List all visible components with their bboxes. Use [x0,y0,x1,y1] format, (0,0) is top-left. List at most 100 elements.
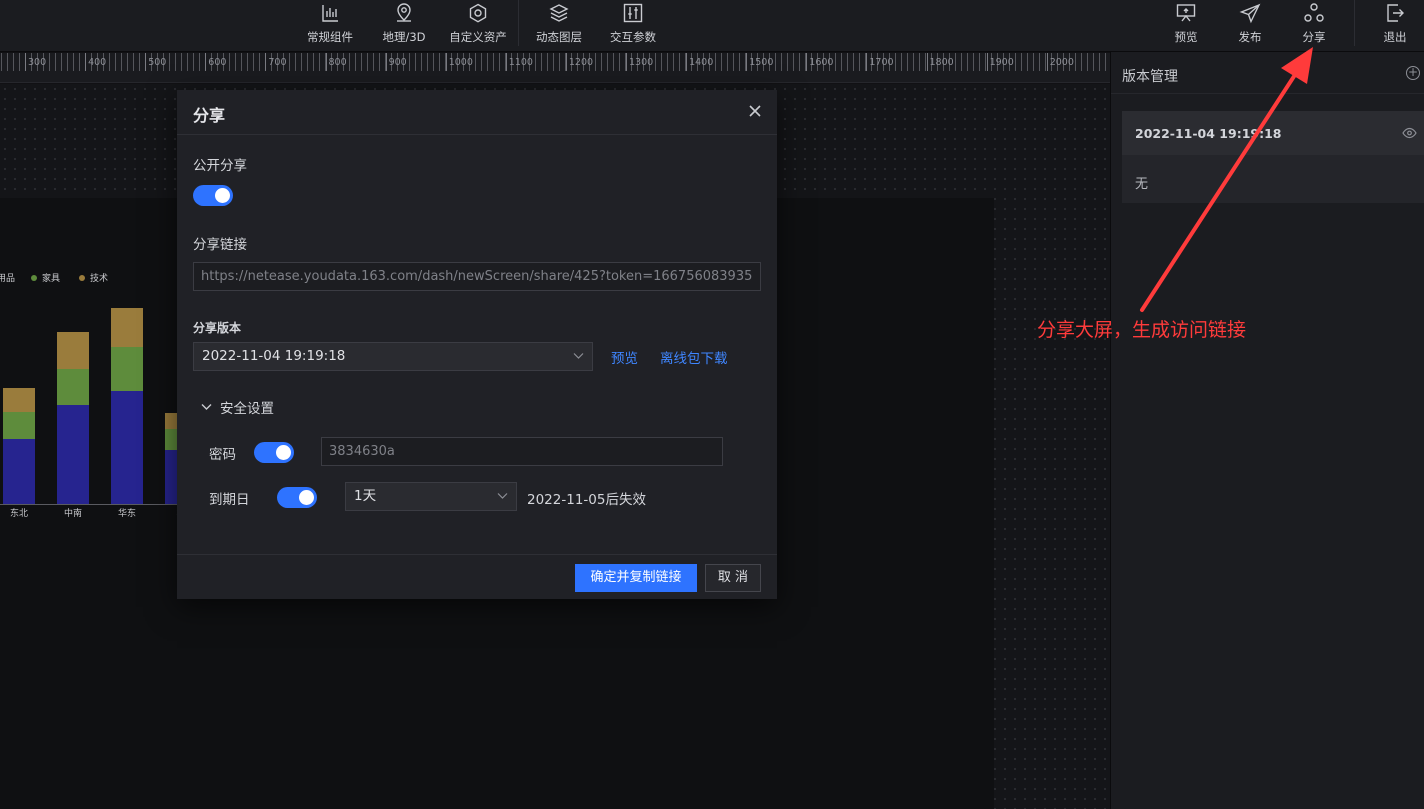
horizontal-ruler: 300 400 500 600 700 800 900 1000 1100 1200 1300 140… [0,53,1110,83]
toolbar-preview-button[interactable]: 预览 [1168,0,1204,52]
confirm-copy-link-button[interactable]: 确定并复制链接 [575,564,697,592]
bar-segment[interactable] [3,412,35,439]
toolbar-label: 地理/3D [382,30,426,44]
bar-segment[interactable] [165,429,177,450]
ruler-major-tick [325,53,327,71]
ruler-major-tick [806,53,808,71]
toolbar-publish-button[interactable]: 发布 [1232,0,1268,52]
layers-icon [549,4,569,22]
dialog-title: 分享 [193,106,226,125]
ruler-major-tick [145,53,147,71]
ruler-major-tick [565,53,567,71]
x-tick-label: 中南 [64,507,82,519]
ruler-major-tick [926,53,928,71]
send-icon [1239,3,1261,24]
dialog-footer: 确定并复制链接 取 消 [177,554,777,599]
toolbar-label: 发布 [1238,30,1262,44]
toolbar-label: 退出 [1383,30,1407,44]
toolbar-geo-3d-button[interactable]: 地理/3D [378,0,430,52]
plus-circle-icon[interactable]: + [1406,66,1420,80]
bar-segment[interactable] [165,450,177,504]
ruler-label: 900 [388,57,407,68]
monitor-icon [1176,4,1196,22]
expire-date-text: 2022-11-05后失效 [527,492,646,508]
expire-select[interactable]: 1天 [345,482,517,511]
close-icon[interactable] [747,103,763,119]
ruler-label: 1100 [508,57,533,68]
ruler-label: 2000 [1049,57,1074,68]
bar-segment[interactable] [3,439,35,504]
hexagon-icon [469,3,487,23]
toolbar-divider [518,0,519,46]
password-toggle[interactable] [254,442,294,463]
chevron-down-icon [201,404,212,410]
bar-segment[interactable] [57,405,89,504]
share-version-value: 2022-11-04 19:19:18 [202,348,346,364]
toolbar-label: 预览 [1174,30,1198,44]
map-pin-icon [397,3,411,22]
bar-segment[interactable] [165,413,177,429]
share-dialog: 分享 公开分享 分享链接 https://netease.youdata.163… [177,90,777,599]
cancel-button[interactable]: 取 消 [705,564,761,592]
ruler-major-tick [205,53,207,71]
bar-chart-icon [322,5,338,22]
bar-segment[interactable] [3,388,35,412]
panel-divider [1111,93,1424,94]
ruler-label: 1600 [809,57,834,68]
panel-title: 版本管理 [1122,69,1178,85]
toolbar-common-components-button[interactable]: 常规组件 [304,0,356,52]
bar-segment[interactable] [111,347,143,391]
stacked-bar-chart[interactable]: 用品 家具 技术 东北中南华东华 [0,265,177,525]
offline-download-link[interactable]: 离线包下载 [660,347,728,367]
ruler-label: 1000 [448,57,473,68]
toolbar-divider [1354,0,1355,46]
toolbar-interaction-params-button[interactable]: 交互参数 [606,0,660,52]
share-version-label: 分享版本 [193,321,242,335]
chart-plot: 东北中南华东华 [0,308,177,519]
toolbar-exit-button[interactable]: 退出 [1377,0,1413,52]
toolbar-custom-assets-button[interactable]: 自定义资产 [446,0,510,52]
app-root: 常规组件 地理/3D 自定义资产 动态图层 交互参数 预览 发布 分享 退出 3… [0,0,1424,809]
x-tick-label: 华东 [118,507,136,519]
bar-segment[interactable] [57,369,89,405]
expire-toggle[interactable] [277,487,317,508]
toolbar-label: 常规组件 [307,30,353,44]
password-label: 密码 [209,447,236,463]
toolbar-share-button[interactable]: 分享 [1296,0,1332,52]
preview-link[interactable]: 预览 [611,347,638,367]
exit-icon [1387,4,1404,22]
security-settings-toggle[interactable]: 安全设置 [201,397,274,417]
sliders-icon [623,3,643,23]
bar-segment[interactable] [111,391,143,504]
version-card[interactable]: 2022-11-04 19:19:18 无 [1122,111,1424,203]
ruler-major-tick [445,53,447,71]
ruler-label: 1700 [869,57,894,68]
expire-label: 到期日 [209,492,250,508]
toolbar-label: 动态图层 [536,30,582,44]
share-version-select[interactable]: 2022-11-04 19:19:18 [193,342,593,371]
ruler-major-tick [746,53,748,71]
ruler-major-tick [1046,53,1048,71]
ruler-major-tick [505,53,507,71]
ruler-label: 1500 [749,57,774,68]
ruler-major-tick [85,53,87,71]
share-link-field[interactable]: https://netease.youdata.163.com/dash/new… [193,262,761,291]
share-link-label: 分享链接 [193,237,247,253]
toolbar-label: 分享 [1302,30,1326,44]
ruler-major-tick [986,53,988,71]
ruler-label: 1900 [989,57,1014,68]
public-share-toggle[interactable] [193,185,233,206]
ruler-label: 400 [88,57,107,68]
version-description: 无 [1135,177,1149,192]
bar-segment[interactable] [111,308,143,347]
password-field[interactable]: 3834630a [321,437,723,466]
eye-icon[interactable] [1402,127,1417,139]
chevron-down-icon [497,493,508,499]
ruler-major-tick [626,53,627,71]
bar-segment[interactable] [57,332,89,369]
expire-value: 1天 [354,488,377,504]
ruler-label: 700 [268,57,287,68]
ruler-label: 300 [28,57,47,68]
ruler-label: 600 [208,57,227,68]
toolbar-dynamic-layers-button[interactable]: 动态图层 [532,0,586,52]
